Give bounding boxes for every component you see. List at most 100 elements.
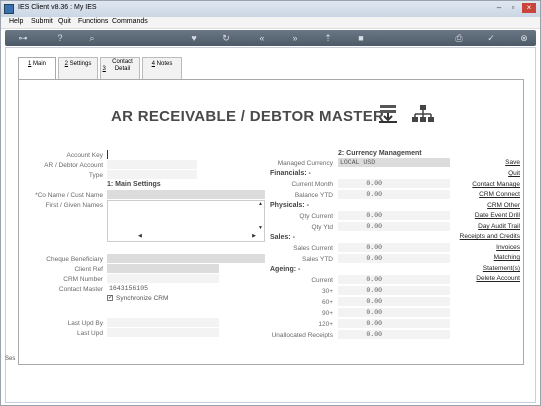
tab-notes[interactable]: 4 Notes	[142, 57, 182, 79]
day-audit-trail-link[interactable]: Day Audit Trail	[478, 223, 520, 230]
page-title: AR RECEIVABLE / DEBTOR MASTER	[111, 108, 385, 125]
ageing-60-label: 60+	[321, 299, 333, 306]
sales-ytd-label: Sales YTD	[302, 256, 333, 263]
crm-connect-link[interactable]: CRM Connect	[479, 191, 520, 198]
first-names-label: First / Given Names	[45, 202, 103, 209]
first-names-textarea[interactable]: ▲ ▼ ◀ ▶	[107, 200, 265, 242]
rewind-icon[interactable]: «	[255, 32, 269, 44]
date-event-drill-link[interactable]: Date Event Drill	[475, 212, 520, 219]
contact-master-input[interactable]: 1643156105	[107, 284, 219, 293]
type-label: Type	[88, 172, 103, 179]
unallocated-receipts-label: Unallocated Receipts	[271, 332, 333, 339]
scroll-up-icon[interactable]: ▲	[258, 201, 263, 207]
cheque-beneficiary-input[interactable]	[107, 254, 265, 263]
menu-functions[interactable]: Functions	[78, 18, 108, 25]
menu-submit[interactable]: Submit	[31, 18, 53, 25]
qty-current-label: Qty Current	[299, 213, 333, 220]
physicals-heading: Physicals: -	[270, 202, 309, 209]
financials-heading: Financials: -	[270, 170, 311, 177]
minimize-icon[interactable]: –	[493, 3, 505, 13]
client-ref-label: Client Ref	[74, 266, 103, 273]
synchronize-crm-checkbox[interactable]: ✓	[107, 295, 113, 301]
ageing-60-value: 0.00	[338, 297, 450, 306]
tab-main[interactable]: 1 Main	[18, 57, 56, 80]
ageing-90-value: 0.00	[338, 308, 450, 317]
debtor-account-input[interactable]	[107, 160, 197, 169]
menu-help[interactable]: Help	[9, 18, 23, 25]
current-value: 0.00	[338, 275, 450, 284]
save-link[interactable]: Save	[505, 159, 520, 166]
balance-ytd-value: 0.00	[338, 190, 450, 199]
current-label: Current	[311, 277, 333, 284]
crm-number-label: CRM Number	[63, 276, 103, 283]
synchronize-crm-label: Synchronize CRM	[116, 295, 169, 302]
qty-ytd-value: 0.00	[338, 222, 450, 231]
help-icon[interactable]: ?	[53, 32, 67, 44]
app-window: IES Client v8.36 : My IES – ▫ × Help Sub…	[0, 0, 541, 406]
upload-icon[interactable]: ⇡	[321, 32, 335, 44]
stop-icon[interactable]: ■	[354, 32, 368, 44]
print-icon[interactable]: ⎙	[452, 32, 466, 44]
managed-currency-label: Managed Currency	[277, 160, 333, 167]
ageing-heading: Ageing: -	[270, 266, 301, 273]
qty-ytd-label: Qty Ytd	[311, 224, 333, 231]
scroll-left-icon[interactable]: ◀	[138, 233, 142, 239]
matching-link[interactable]: Matching	[494, 254, 520, 261]
co-name-input[interactable]	[107, 190, 265, 199]
cancel-icon[interactable]: ⊗	[517, 32, 531, 44]
last-upd-label: Last Upd	[76, 330, 103, 337]
quit-link[interactable]: Quit	[508, 170, 520, 177]
main-settings-heading: 1: Main Settings	[107, 181, 161, 188]
forward-icon[interactable]: »	[288, 32, 302, 44]
main-panel: AR RECEIVABLE / DEBTOR MASTER Account Ke…	[18, 79, 524, 365]
key-icon[interactable]: ⊶	[13, 32, 33, 44]
close-icon[interactable]: ×	[522, 3, 536, 13]
account-key-input[interactable]	[107, 150, 197, 159]
contact-master-label: Contact Master	[58, 286, 103, 293]
scroll-down-icon[interactable]: ▼	[258, 225, 263, 231]
window-title: IES Client v8.36 : My IES	[18, 4, 97, 11]
ageing-120-value: 0.00	[338, 319, 450, 328]
menu-commands[interactable]: Commands	[112, 18, 148, 25]
check-icon[interactable]: ✓	[484, 32, 498, 44]
unallocated-receipts-value: 0.00	[338, 330, 450, 339]
refresh-icon[interactable]: ↻	[219, 32, 233, 44]
menu-quit[interactable]: Quit	[58, 18, 71, 25]
managed-currency-input[interactable]: LOCAL USD	[338, 158, 450, 167]
invoices-link[interactable]: Invoices	[496, 244, 520, 251]
cheque-beneficiary-label: Cheque Beneficiary	[46, 256, 103, 263]
current-month-value: 0.00	[338, 179, 450, 188]
ageing-30-value: 0.00	[338, 286, 450, 295]
statements-link[interactable]: Statement(s)	[483, 265, 520, 272]
app-icon	[4, 4, 14, 14]
search-icon[interactable]: ⌕	[85, 32, 99, 44]
debtor-account-label: AR / Debtor Account	[44, 162, 103, 169]
client-ref-input[interactable]	[107, 264, 219, 273]
last-upd-input[interactable]	[107, 328, 219, 337]
ageing-30-label: 30+	[321, 288, 333, 295]
crm-other-link[interactable]: CRM Other	[487, 202, 520, 209]
crm-number-input[interactable]	[107, 274, 219, 283]
last-upd-by-label: Last Upd By	[67, 320, 103, 327]
ageing-90-label: 90+	[321, 310, 333, 317]
download-icon[interactable]	[377, 104, 399, 124]
tab-contact-detail[interactable]: 3 Contact Detail	[100, 57, 140, 79]
tab-settings[interactable]: 2 Settings	[58, 57, 98, 79]
maximize-icon[interactable]: ▫	[507, 3, 519, 13]
sales-heading: Sales: -	[270, 234, 295, 241]
receipts-credits-link[interactable]: Receipts and Credits	[460, 233, 520, 240]
toolbar: ⊶ ? ⌕ ♥ ↻ « » ⇡ ■ ⎙ ✓ ⊗	[5, 30, 536, 46]
scroll-right-icon[interactable]: ▶	[252, 233, 256, 239]
account-key-label: Account Key	[66, 152, 104, 159]
balance-ytd-label: Balance YTD	[294, 192, 333, 199]
type-input[interactable]	[107, 170, 197, 179]
heart-icon[interactable]: ♥	[187, 32, 201, 44]
session-strip-label: Ses	[5, 356, 16, 362]
ageing-120-label: 120+	[318, 321, 333, 328]
contact-manage-link[interactable]: Contact Manage	[472, 181, 520, 188]
last-upd-by-input[interactable]	[107, 318, 219, 327]
sales-current-value: 0.00	[338, 243, 450, 252]
delete-account-link[interactable]: Delete Account	[476, 275, 520, 282]
org-chart-icon[interactable]	[412, 104, 434, 124]
qty-current-value: 0.00	[338, 211, 450, 220]
